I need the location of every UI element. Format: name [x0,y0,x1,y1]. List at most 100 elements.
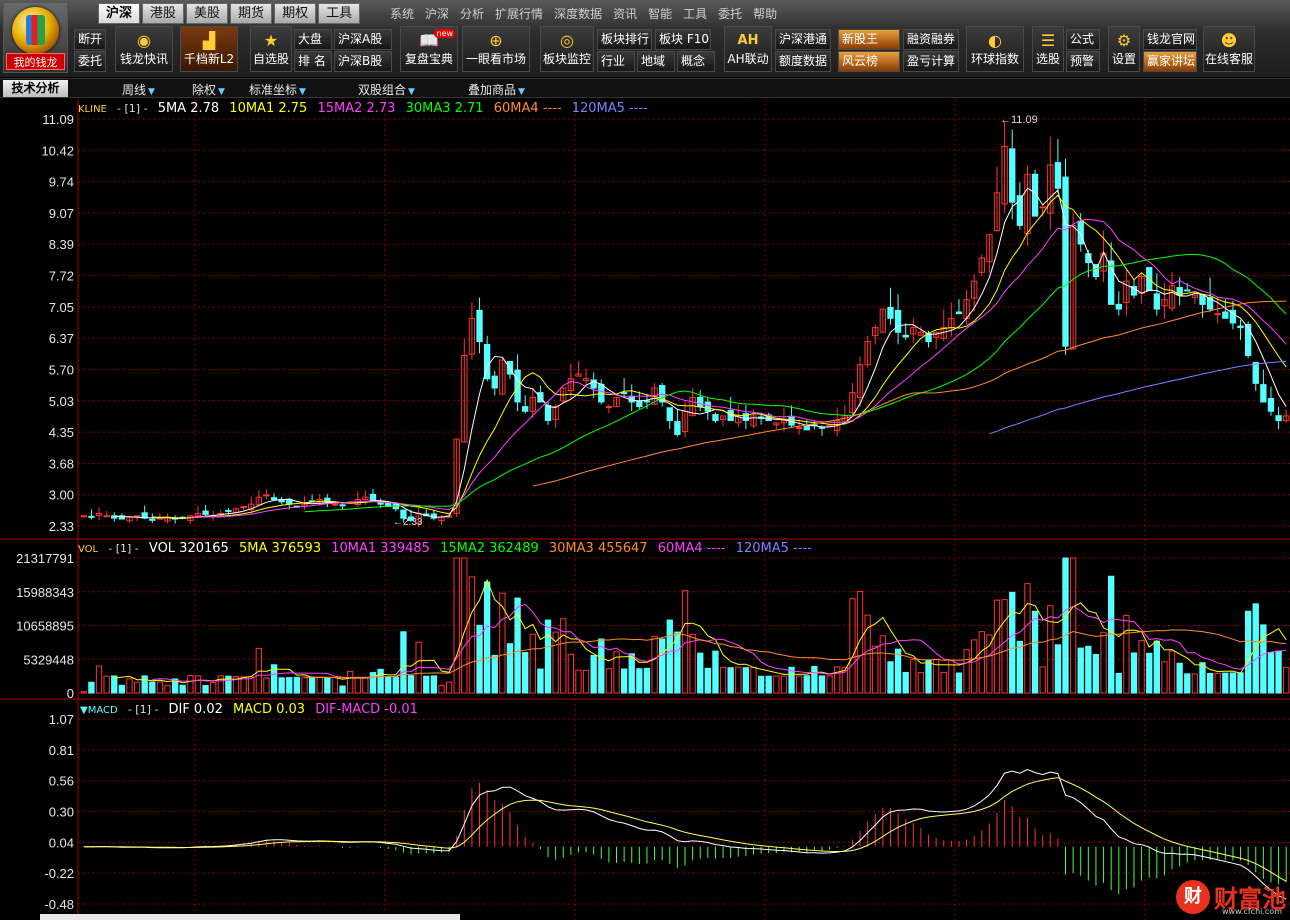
market-tab-4[interactable]: 期权 [274,3,317,24]
dea-line [83,777,1287,882]
y-tick-label: 5.70 [49,362,74,377]
bottom-scroll-strip[interactable] [40,914,460,920]
volume-bar [118,684,126,694]
market-tab-1[interactable]: 港股 [142,3,185,24]
candle-body [894,309,902,333]
dual-stock-dropdown[interactable]: 双股组合 ▼ [358,81,415,98]
menu-item-2[interactable]: 分析 [460,5,484,22]
market-overview-button[interactable]: ⊕ 一眼看市场 [462,26,530,72]
volume-bar [423,675,430,694]
volume-bar [149,681,156,694]
level2-button[interactable]: ▟ 千档新L2 [180,26,238,72]
volume-bar [377,668,384,694]
chart-svg[interactable]: 11.09 10.42 9.74 9.07 8.39 7.72 7.05 6.37 5.70 5.… [0,99,1290,920]
margin-trading-button[interactable]: 融资融券 [903,29,959,50]
alert-button[interactable]: 预警 [1066,51,1100,72]
sector-f10-button[interactable]: 板块 F10 [655,29,711,50]
overlay-dropdown[interactable]: 叠加商品 ▼ [468,81,525,98]
y-tick-label: 7.05 [49,300,74,315]
disconnect-button[interactable]: 断开 [74,29,106,50]
ah-link-label: AH联动 [727,51,769,66]
watchlist-button[interactable]: ★ 自选股 [250,26,292,72]
y-tick-label: 15988343 [16,585,74,600]
winner-forum-button[interactable]: 赢家讲坛 [1143,51,1197,72]
quota-data-button[interactable]: 额度数据 [775,51,831,72]
menu-item-4[interactable]: 深度数据 [554,5,602,22]
online-service-label: 在线客服 [1204,51,1253,66]
trade-button[interactable]: 委托 [74,51,106,72]
volume-bar [1244,610,1252,694]
ranking-button[interactable]: 排 名 [294,51,332,72]
sh-sz-b-dropdown[interactable]: 沪深B股 [334,51,392,72]
replay-button[interactable]: 📖 复盘宝典 new [400,26,458,72]
dual-stock-label: 双股组合 [358,83,407,97]
candle-body [1244,324,1252,356]
volume-bar [1001,599,1008,694]
volume-bar [1252,603,1259,694]
settings-button[interactable]: ⚙ 设置 [1108,26,1140,72]
candle-body [202,510,209,515]
formula-button[interactable]: 公式 [1066,29,1100,50]
macd-legend-sep: - [1] - [127,703,159,716]
sh-sz-a-dropdown[interactable]: 沪深A股 [334,29,392,50]
stock-connect-button[interactable]: 沪深港通 [775,29,831,50]
ipo-king-button[interactable]: 新股王 [838,29,900,50]
volume-bar [400,631,407,694]
market-tab-0[interactable]: 沪深 [98,3,141,24]
y-tick-label: 0.81 [49,743,74,758]
menu-item-8[interactable]: 委托 [718,5,742,22]
compass-icon: ⊕ [489,30,503,50]
volume-bar [468,576,476,694]
weekly-dropdown[interactable]: 周线 ▼ [122,81,155,98]
volume-bar [331,677,339,694]
candle-body [331,503,339,506]
volume-bar [339,685,346,694]
sector-ranking-button[interactable]: 板块排行 [597,29,652,50]
leaderboard-button[interactable]: 风云榜 [838,51,900,72]
candle-body [704,401,711,412]
volume-bar [856,590,864,694]
volume-bar [963,649,970,694]
pnl-calc-button[interactable]: 盈亏计算 [903,51,959,72]
menu-item-1[interactable]: 沪深 [425,5,449,22]
ex-rights-dropdown[interactable]: 除权 ▼ [192,81,225,98]
concept-dropdown[interactable]: 概念 [677,51,715,72]
quick-news-button[interactable]: ◉ 钱龙快讯 [115,26,173,72]
region-dropdown[interactable]: 地域 [637,51,675,72]
volume-bar [346,670,354,694]
market-tab-3[interactable]: 期货 [230,3,273,24]
online-service-button[interactable]: ☻ 在线客服 [1203,26,1255,72]
industry-dropdown[interactable]: 行业 [597,51,635,72]
sector-monitor-button[interactable]: ◎ 板块监控 [540,26,594,72]
chart-area[interactable]: 11.09 10.42 9.74 9.07 8.39 7.72 7.05 6.37 5.70 5.… [0,99,1290,920]
candle-body [712,414,719,422]
menu-item-0[interactable]: 系统 [390,5,414,22]
macd-legend-difmacd: DIF-MACD -0.01 [315,702,418,717]
candle-body [491,375,498,389]
my-qianlong-logo[interactable]: 我的钱龙 [3,2,68,73]
volume-bar [1206,672,1214,694]
y-tick-label: 9.74 [49,175,74,190]
menu-item-5[interactable]: 资讯 [613,5,637,22]
coordinate-dropdown[interactable]: 标准坐标 ▼ [249,81,306,98]
qq-penguin-icon: ☻ [1220,30,1238,50]
official-site-button[interactable]: 钱龙官网 [1143,29,1197,50]
menu-item-3[interactable]: 扩展行情 [495,5,543,22]
global-index-button[interactable]: ◐ 环球指数 [966,26,1024,72]
level2-label: 千档新L2 [183,51,235,66]
menu-item-9[interactable]: 帮助 [753,5,777,22]
dropdown-arrow-icon: ▼ [408,87,415,97]
top-toolbar: 我的钱龙 沪深 港股 美股 期货 期权 工具 系统 沪深 分析 扩展行情 深度数据 资讯 智能 工具 委托… [0,0,1290,77]
tab-technical-analysis[interactable]: 技术分析 [3,80,68,97]
index-dropdown[interactable]: 大盘 [294,29,332,50]
volume-bar [1092,654,1100,694]
vol-legend-ma120: 120MA5 ---- [735,541,812,556]
menu-item-7[interactable]: 工具 [683,5,707,22]
volume-bar [385,676,392,694]
stock-picker-button[interactable]: ☰ 选股 [1032,26,1064,72]
ah-link-button[interactable]: AH AH联动 [724,26,772,72]
menu-item-6[interactable]: 智能 [648,5,672,22]
market-tab-2[interactable]: 美股 [186,3,229,24]
market-tab-5[interactable]: 工具 [318,3,361,24]
sector-monitor-label: 板块监控 [542,51,591,66]
